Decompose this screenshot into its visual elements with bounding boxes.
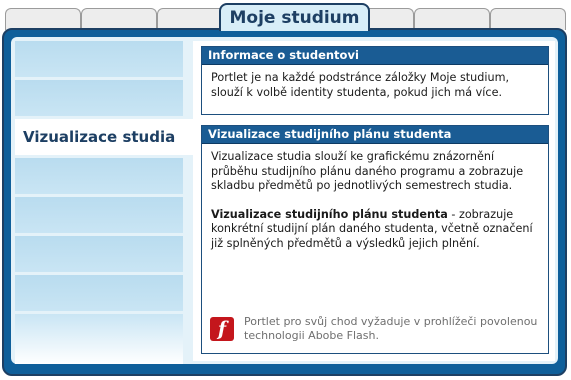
side-menu: Vizualizace studia [15,41,193,367]
portlet-text: Portlet je na každé podstránce záložky M… [211,71,510,99]
tab-moje-studium[interactable]: Moje studium [219,3,370,31]
portlet-text-bold: Vizualizace studijního plánu studenta [211,207,448,221]
tab-3[interactable] [157,8,227,30]
flash-note-text: Portlet pro svůj chod vyžaduje v prohlíž… [244,315,538,342]
menu-item-vizualizace-studia[interactable]: Vizualizace studia [15,119,193,155]
portlet-body: Vizualizace studia slouží ke grafickému … [202,144,548,257]
menu-item-6[interactable] [15,236,183,272]
flash-player-icon: f [210,317,234,341]
menu-item-7[interactable] [15,275,183,311]
menu-item-1[interactable] [15,41,183,77]
portlet-student-info: Informace o studentovi Portlet je na kaž… [201,46,549,115]
portlet-body: Portlet je na každé podstránce záložky M… [202,65,548,106]
portlet-title: Vizualizace studijního plánu studenta [202,126,548,144]
tab-7[interactable] [490,8,566,30]
menu-item-4[interactable] [15,158,183,194]
portlet-study-plan: Vizualizace studijního plánu studenta Vi… [201,125,549,354]
menu-item-5[interactable] [15,197,183,233]
menu-item-8[interactable] [15,314,183,364]
portlet-text-detail: Vizualizace studijního plánu studenta - … [211,208,538,252]
flash-requirement-note: f Portlet pro svůj chod vyžaduje v prohl… [210,315,540,345]
tab-1[interactable] [5,8,81,30]
portlet-text: Vizualizace studia slouží ke grafickému … [211,150,524,192]
menu-item-2[interactable] [15,80,183,116]
content-area: Informace o studentovi Portlet je na kaž… [193,41,555,361]
tab-6[interactable] [414,8,490,30]
portlet-title: Informace o studentovi [202,47,548,65]
tab-2[interactable] [81,8,157,30]
